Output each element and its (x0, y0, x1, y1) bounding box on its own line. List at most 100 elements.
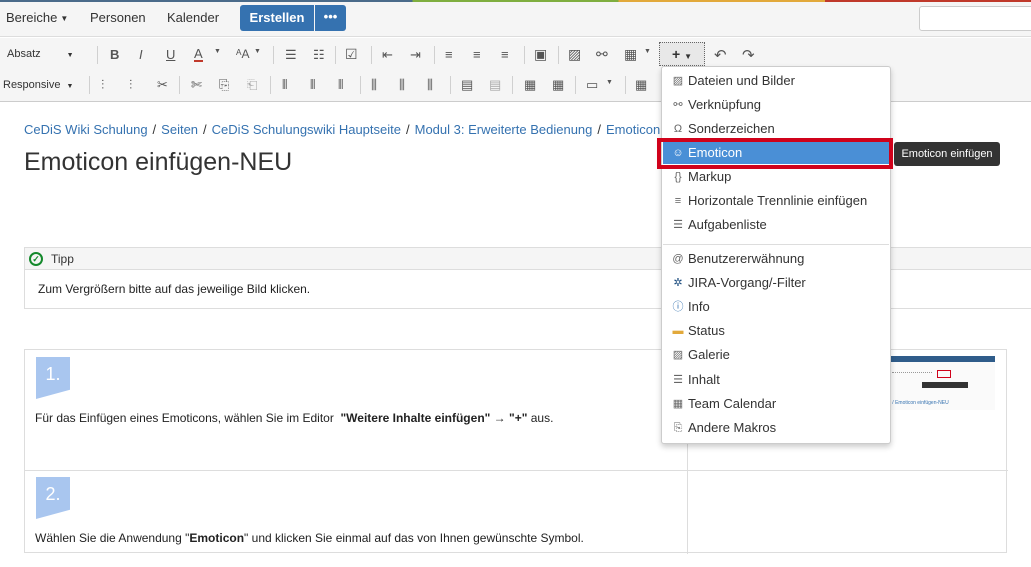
column-icon[interactable]: ⫼ (399, 77, 405, 93)
bold-button[interactable]: B (110, 47, 119, 62)
create-button[interactable]: Erstellen (240, 5, 314, 31)
column-icon[interactable]: ⫼ (371, 77, 377, 93)
menu-item-files-images[interactable]: ▨ Dateien und Bilder (663, 70, 889, 92)
menu-item-status[interactable]: ▬ Status (663, 320, 889, 342)
toolbar-divider (524, 46, 525, 64)
menu-item-markup[interactable]: {} Markup (663, 166, 889, 188)
insert-more-content-button[interactable]: + ▼ (659, 42, 705, 66)
menu-item-team-calendar[interactable]: ▦ Team Calendar (663, 393, 889, 415)
numbered-list-icon[interactable]: ☷ (313, 47, 325, 63)
chevron-down-icon: ▼ (684, 52, 693, 61)
chevron-down-icon[interactable]: ▼ (606, 79, 613, 86)
layout-icon[interactable]: ▣ (534, 46, 547, 63)
redo-icon[interactable]: ↷ (742, 46, 755, 64)
breadcrumb: CeDiS Wiki Schulung / Seiten / CeDiS Schulun… (24, 122, 664, 137)
nav-kalender[interactable]: Kalender (167, 10, 219, 25)
toolbar-divider (625, 76, 626, 94)
breadcrumb-item[interactable]: CeDiS Schulungswiki Hauptseite (212, 122, 401, 137)
merge-cells-icon[interactable]: ▤ (461, 77, 473, 93)
menu-item-special-characters[interactable]: Ω Sonderzeichen (663, 118, 889, 140)
chevron-down-icon: ▼ (66, 52, 74, 59)
undo-icon[interactable]: ↶ (714, 46, 727, 64)
menu-item-link[interactable]: ⚯ Verknüpfung (663, 94, 889, 116)
step-1-text: Für das Einfügen eines Emoticons, wählen… (35, 411, 554, 425)
paste-row-icon[interactable]: ⎗ (247, 77, 257, 93)
cell-color-icon[interactable]: ▭ (586, 77, 598, 93)
insert-row-below-icon[interactable]: ⫶ (129, 77, 132, 93)
menu-item-toc[interactable]: ☰ Inhalt (663, 369, 889, 391)
breadcrumb-item[interactable]: CeDiS Wiki Schulung (24, 122, 148, 137)
align-right-icon[interactable]: ≡ (501, 47, 509, 62)
omega-icon: Ω (673, 123, 683, 135)
jira-icon: ✲ (673, 277, 683, 289)
menu-item-user-mention[interactable]: @ Benutzererwähnung (663, 248, 889, 270)
bullet-list-icon[interactable]: ☰ (285, 47, 297, 63)
toolbar-divider (360, 76, 361, 94)
link-icon[interactable]: ⚯ (596, 46, 608, 63)
nav-bereiche[interactable]: Bereiche ▼ (6, 10, 68, 25)
chevron-down-icon[interactable]: ▼ (254, 48, 261, 55)
table-icon[interactable]: ▦ (624, 46, 637, 63)
thumbnail-highlight-box (937, 370, 951, 378)
table-header-row-icon[interactable]: ▦ (524, 77, 536, 93)
delete-column-icon[interactable]: ⫴ (338, 77, 343, 93)
chevron-down-icon: ▼ (66, 83, 74, 90)
toolbar-divider (273, 46, 274, 64)
breadcrumb-item[interactable]: Seiten (161, 122, 198, 137)
more-formatting-button[interactable]: ᴬA (236, 47, 249, 61)
toolbar-divider (335, 46, 336, 64)
annotation-highlight-box (657, 138, 893, 169)
insert-column-right-icon[interactable]: ⫴ (310, 77, 315, 93)
image-icon[interactable]: ▨ (568, 46, 581, 63)
table-header-column-icon[interactable]: ▦ (552, 77, 564, 93)
table-properties-icon[interactable]: ▦ (635, 77, 647, 93)
chevron-down-icon[interactable]: ▼ (214, 48, 221, 55)
chevron-down-icon: ▼ (60, 14, 69, 24)
gallery-icon: ▨ (672, 349, 684, 361)
underline-button[interactable]: U (166, 47, 175, 62)
cut-row-icon[interactable]: ✄ (191, 77, 202, 93)
align-left-icon[interactable]: ≡ (445, 47, 453, 62)
delete-row-icon[interactable]: ✂ (157, 77, 168, 93)
table-row-divider (25, 470, 1008, 471)
paragraph-style-select[interactable]: Absatz ▼ (7, 48, 74, 60)
menu-item-other-macros[interactable]: ⎘ Andere Makros (663, 417, 889, 439)
top-navigation-bar: Bereiche ▼ Personen Kalender Erstellen ••… (0, 0, 1031, 37)
menu-item-horizontal-rule[interactable]: ≡ Horizontale Trennlinie einfügen (663, 190, 889, 212)
split-cells-icon[interactable]: ▤ (489, 77, 501, 93)
italic-button[interactable]: I (139, 47, 143, 62)
insert-column-left-icon[interactable]: ⫴ (282, 77, 287, 93)
toolbar-divider (89, 76, 90, 94)
insert-row-above-icon[interactable]: ⫶ (101, 77, 104, 93)
page-title[interactable]: Emoticon einfügen-NEU (24, 148, 292, 177)
indent-icon[interactable]: ⇥ (410, 47, 421, 63)
outdent-icon[interactable]: ⇤ (382, 47, 393, 63)
search-input[interactable] (919, 6, 1031, 31)
task-list-icon[interactable]: ☑ (345, 46, 358, 63)
thumbnail-toolbar (892, 372, 932, 376)
nav-personen[interactable]: Personen (90, 10, 146, 25)
responsive-select[interactable]: Responsive ▼ (3, 79, 73, 91)
chevron-down-icon[interactable]: ▼ (644, 48, 651, 55)
braces-icon: {} (674, 171, 682, 183)
breadcrumb-item[interactable]: Emoticon einfügen-NEU (606, 122, 664, 137)
text-color-button[interactable]: A (194, 47, 203, 62)
toolbar-divider (179, 76, 180, 94)
menu-item-task-list[interactable]: ☰ Aufgabenliste (663, 214, 889, 236)
more-create-button[interactable]: ••• (315, 5, 346, 31)
task-list-icon: ☰ (673, 219, 683, 231)
menu-item-gallery[interactable]: ▨ Galerie (663, 344, 889, 366)
breadcrumb-item[interactable]: Modul 3: Erweiterte Bedienung (415, 122, 593, 137)
at-icon: @ (672, 253, 684, 265)
menu-item-jira[interactable]: ✲ JIRA-Vorgang/-Filter (663, 272, 889, 294)
toolbar-divider (575, 76, 576, 94)
copy-row-icon[interactable]: ⎘ (219, 77, 229, 93)
menu-item-info[interactable]: ⓘ Info (663, 296, 889, 318)
column-icon[interactable]: ⫼ (427, 77, 433, 93)
status-icon: ▬ (672, 325, 684, 337)
toolbar-divider (434, 46, 435, 64)
align-center-icon[interactable]: ≡ (473, 47, 481, 62)
toolbar-divider (97, 46, 98, 64)
macro-icon: ⎘ (673, 422, 683, 434)
info-icon: ⓘ (672, 301, 684, 313)
